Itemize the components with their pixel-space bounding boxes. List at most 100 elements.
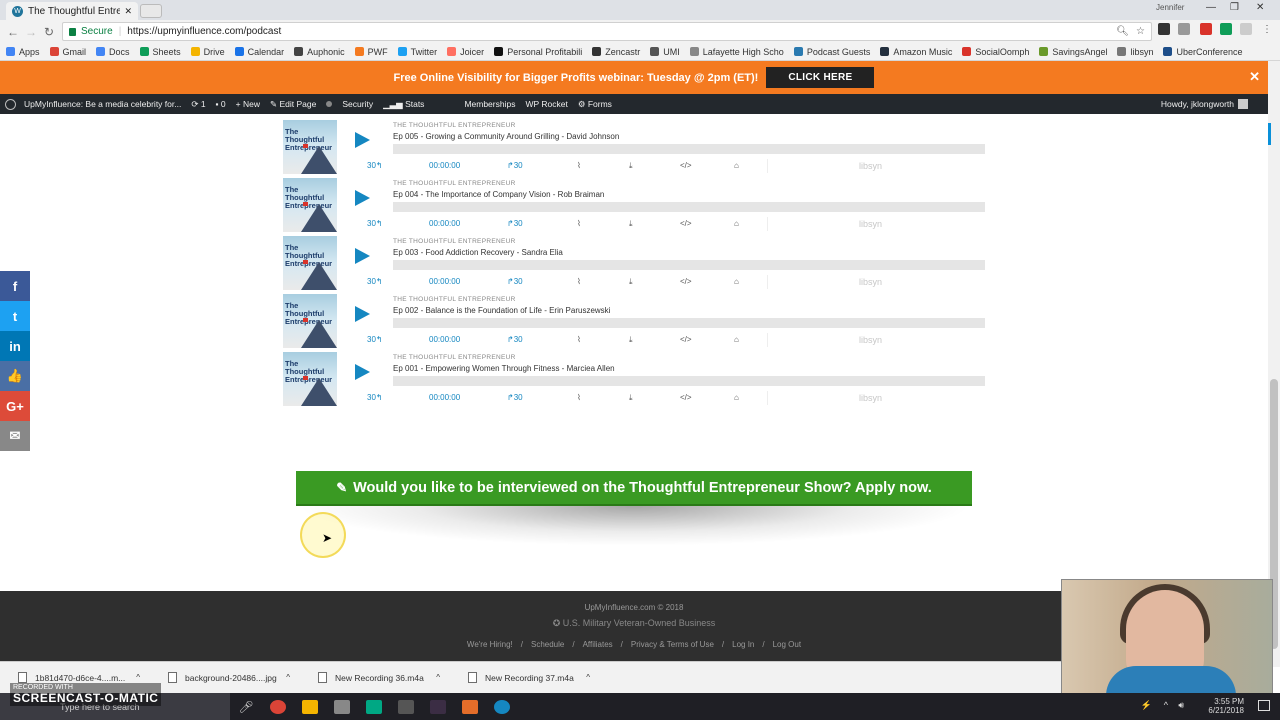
libsyn-logo[interactable]: libsyn [859, 393, 882, 403]
embed-icon[interactable]: </> [680, 277, 692, 286]
chrome-taskbar-icon[interactable] [262, 693, 294, 720]
chevron-up-icon[interactable]: ^ [436, 673, 440, 682]
bookmark-star-icon[interactable]: ☆ [1136, 26, 1145, 37]
googleplus-share-icon[interactable]: G+ [0, 391, 30, 421]
forms-menu[interactable]: ⚙ Forms [578, 99, 612, 110]
footer-link[interactable]: Privacy & Terms of Use [631, 640, 714, 649]
email-share-icon[interactable]: ✉ [0, 421, 30, 451]
address-bar[interactable]: Secure | https://upmyinfluence.com/podca… [62, 22, 1152, 41]
footer-link[interactable]: Log Out [773, 640, 801, 649]
forward-30-button[interactable]: ↱30 [507, 393, 523, 402]
bookmark-item[interactable]: Auphonic [294, 47, 345, 57]
security-menu[interactable]: Security [342, 99, 373, 109]
edit-page-link[interactable]: ✎ Edit Page [270, 99, 316, 110]
profile-name[interactable]: Jennifer [1156, 3, 1184, 12]
bookmark-item[interactable]: Joicer [447, 47, 484, 57]
rss-icon[interactable]: ⌇ [577, 219, 581, 228]
rss-icon[interactable]: ⌇ [577, 393, 581, 402]
play-icon[interactable] [355, 190, 370, 206]
extension-icon[interactable] [1158, 23, 1170, 35]
bookmark-item[interactable]: SavingsAngel [1039, 47, 1107, 57]
bookmark-item[interactable]: SocialOomph [962, 47, 1029, 57]
share-icon[interactable]: ⌂ [734, 335, 739, 344]
bookmark-item[interactable]: Lafayette High Scho [689, 47, 784, 57]
app-icon[interactable] [390, 693, 422, 720]
bookmark-item[interactable]: Apps [6, 47, 40, 57]
bookmark-item[interactable]: Amazon Music [880, 47, 952, 57]
chevron-up-icon[interactable]: ^ [136, 673, 140, 682]
share-icon[interactable]: ⌂ [734, 277, 739, 286]
episode-title[interactable]: Ep 001 - Empowering Women Through Fitnes… [393, 364, 615, 373]
episode-title[interactable]: Ep 002 - Balance is the Foundation of Li… [393, 306, 610, 315]
wp-rocket-menu[interactable]: WP Rocket [525, 99, 567, 109]
admin-site-name[interactable]: UpMyInfluence: Be a media celebrity for.… [24, 99, 181, 109]
search-icon[interactable]: 🔍︎ [1116, 26, 1129, 37]
footer-link[interactable]: Log In [732, 640, 754, 649]
rewind-30-button[interactable]: 30↰ [367, 277, 383, 286]
bookmark-item[interactable]: Twitter [397, 47, 437, 57]
rewind-30-button[interactable]: 30↰ [367, 393, 383, 402]
memberships-menu[interactable]: Memberships [464, 99, 515, 109]
progress-bar[interactable] [393, 202, 985, 212]
wordpress-logo-icon[interactable] [5, 98, 16, 110]
minimize-icon[interactable]: — [1206, 2, 1216, 13]
click-here-button[interactable]: CLICK HERE [766, 67, 875, 88]
back-icon[interactable]: ← [4, 25, 22, 39]
screencast-icon[interactable] [486, 693, 518, 720]
app-icon[interactable] [326, 693, 358, 720]
footer-link[interactable]: Affiliates [583, 640, 613, 649]
bookmark-item[interactable]: Calendar [234, 47, 284, 57]
action-center-icon[interactable] [1258, 700, 1270, 711]
apply-now-button[interactable]: ✎ Would you like to be interviewed on th… [296, 471, 972, 506]
rewind-30-button[interactable]: 30↰ [367, 161, 383, 170]
mic-icon[interactable]: 🎤︎ [230, 693, 262, 720]
updates-counter[interactable]: ⟳ 1 [191, 99, 205, 110]
chevron-up-icon[interactable]: ^ [1164, 700, 1168, 710]
play-icon[interactable] [355, 364, 370, 380]
rss-icon[interactable]: ⌇ [577, 335, 581, 344]
bookmark-item[interactable]: UberConference [1163, 47, 1243, 57]
footer-link[interactable]: Schedule [531, 640, 564, 649]
share-icon[interactable]: ⌂ [734, 393, 739, 402]
close-window-icon[interactable]: ✕ [1256, 2, 1264, 13]
episode-title[interactable]: Ep 005 - Growing a Community Around Gril… [393, 132, 619, 141]
rss-icon[interactable]: ⌇ [577, 161, 581, 170]
play-icon[interactable] [355, 248, 370, 264]
url-text[interactable]: https://upmyinfluence.com/podcast [127, 26, 281, 37]
rewind-30-button[interactable]: 30↰ [367, 219, 383, 228]
app-icon[interactable] [454, 693, 486, 720]
progress-bar[interactable] [393, 260, 985, 270]
bookmark-item[interactable]: Docs [96, 47, 130, 57]
footer-link[interactable]: We're Hiring! [467, 640, 513, 649]
forward-30-button[interactable]: ↱30 [507, 161, 523, 170]
bookmark-item[interactable]: Zencastr [592, 47, 640, 57]
download-item[interactable]: background-20486....jpg ^ [150, 672, 300, 683]
share-icon[interactable]: ⌂ [734, 219, 739, 228]
extension-icon[interactable] [1220, 23, 1232, 35]
bookmark-item[interactable]: libsyn [1117, 47, 1153, 57]
forward-icon[interactable]: → [22, 25, 40, 39]
stats-menu[interactable]: ▁▃▅ Stats [383, 99, 424, 110]
extension-icon[interactable] [1200, 23, 1212, 35]
forward-30-button[interactable]: ↱30 [507, 219, 523, 228]
seo-status-icon[interactable] [326, 101, 333, 107]
libsyn-logo[interactable]: libsyn [859, 219, 882, 229]
download-icon[interactable]: ⤓ [629, 277, 633, 287]
download-icon[interactable]: ⤓ [629, 161, 633, 171]
volume-icon[interactable]: 🔊︎ [1178, 700, 1184, 711]
chevron-up-icon[interactable]: ^ [286, 673, 290, 682]
rewind-30-button[interactable]: 30↰ [367, 335, 383, 344]
embed-icon[interactable]: </> [680, 161, 692, 170]
file-explorer-icon[interactable] [294, 693, 326, 720]
twitter-share-icon[interactable]: t [0, 301, 30, 331]
rss-icon[interactable]: ⌇ [577, 277, 581, 286]
download-icon[interactable]: ⤓ [629, 393, 633, 403]
bookmark-item[interactable]: PWF [354, 47, 388, 57]
download-item[interactable]: New Recording 36.m4a ^ [300, 672, 450, 683]
libsyn-logo[interactable]: libsyn [859, 161, 882, 171]
share-icon[interactable]: ⌂ [734, 161, 739, 170]
embed-icon[interactable]: </> [680, 393, 692, 402]
bookmark-item[interactable]: UMI [650, 47, 680, 57]
forward-30-button[interactable]: ↱30 [507, 335, 523, 344]
download-icon[interactable]: ⤓ [629, 335, 633, 345]
